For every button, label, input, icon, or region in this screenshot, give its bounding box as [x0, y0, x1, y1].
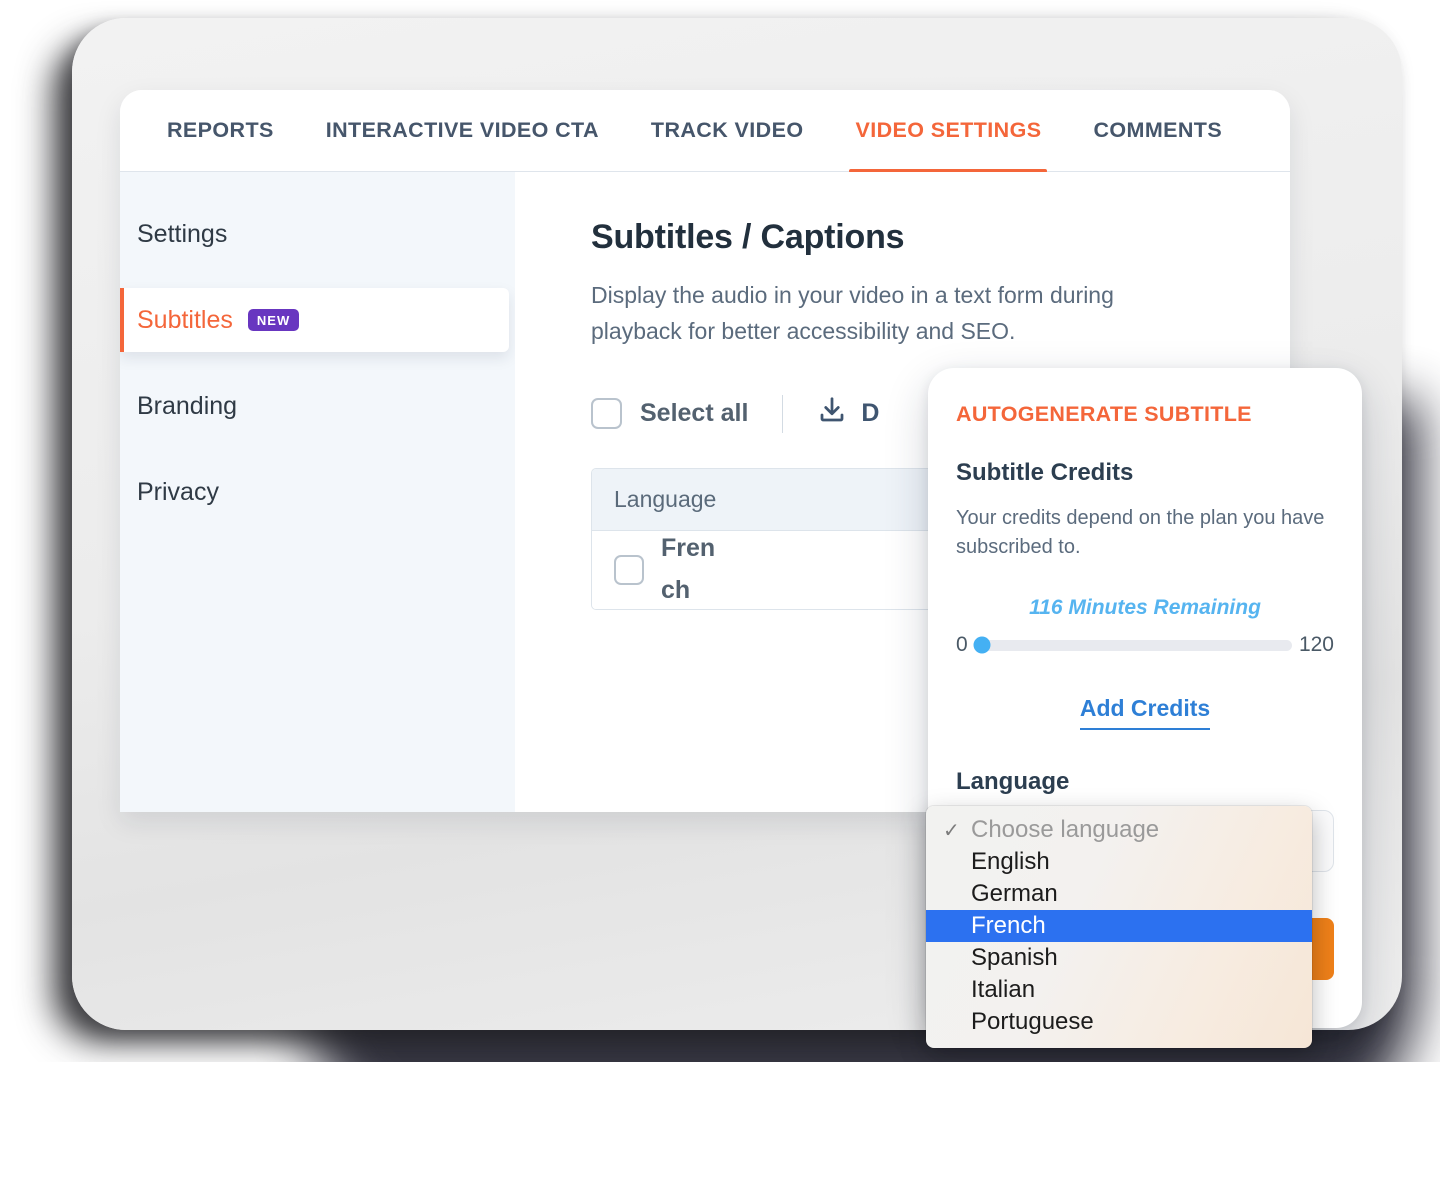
tab-comments[interactable]: COMMENTS — [1067, 90, 1248, 172]
dropdown-option-french[interactable]: French — [926, 910, 1312, 942]
sidebar-item-settings[interactable]: Settings — [120, 202, 515, 266]
tab-track-video[interactable]: TRACK VIDEO — [625, 90, 830, 172]
tab-label: INTERACTIVE VIDEO CTA — [325, 118, 599, 142]
tab-label: REPORTS — [167, 118, 274, 142]
language-field-label: Language — [956, 768, 1070, 795]
screenshot-root: REPORTS INTERACTIVE VIDEO CTA TRACK VIDE… — [0, 0, 1440, 1188]
slider-min-label: 0 — [956, 633, 968, 656]
tab-interactive-video-cta[interactable]: INTERACTIVE VIDEO CTA — [300, 90, 625, 172]
new-badge: NEW — [247, 309, 300, 331]
subtitle-credits-heading: Subtitle Credits — [956, 459, 1134, 486]
sidebar-item-label: Subtitles — [137, 305, 233, 334]
page-title: Subtitles / Captions — [591, 218, 905, 256]
sidebar-item-subtitles[interactable]: Subtitles NEW — [120, 288, 509, 352]
check-icon: ✓ — [943, 819, 960, 842]
dropdown-option-label: Portuguese — [971, 1008, 1094, 1035]
toolbar-divider — [782, 394, 784, 433]
select-all-checkbox[interactable] — [591, 398, 622, 430]
dropdown-option-label: Italian — [971, 976, 1036, 1003]
sidebar-item-label: Branding — [137, 391, 238, 420]
select-all-label: Select all — [640, 399, 749, 428]
settings-sidebar: Settings Subtitles NEW Branding Privacy — [120, 172, 515, 812]
language-dropdown-menu[interactable]: ✓ Choose language English German French … — [926, 806, 1312, 1048]
dropdown-option-portuguese[interactable]: Portuguese — [926, 1006, 1312, 1038]
dropdown-option-english[interactable]: English — [926, 846, 1312, 878]
slider-max-label: 120 — [1298, 633, 1334, 656]
dropdown-option-german[interactable]: German — [926, 878, 1312, 910]
dropdown-option-label: French — [971, 912, 1046, 939]
dropdown-option-spanish[interactable]: Spanish — [926, 942, 1312, 974]
slider-thumb[interactable] — [973, 636, 991, 654]
dropdown-option-label: Spanish — [971, 944, 1058, 971]
tab-label: VIDEO SETTINGS — [855, 118, 1042, 142]
minutes-remaining-label: 116 Minutes Remaining — [1029, 596, 1261, 619]
download-label: D — [861, 399, 880, 428]
add-credits-row: Add Credits — [956, 695, 1334, 730]
tab-label: COMMENTS — [1093, 118, 1223, 142]
main-tab-bar: REPORTS INTERACTIVE VIDEO CTA TRACK VIDE… — [120, 90, 1290, 173]
dropdown-option-label: Choose language — [971, 816, 1160, 843]
download-icon — [817, 395, 861, 432]
credits-slider[interactable]: 0 120 — [956, 633, 1334, 657]
sidebar-item-privacy[interactable]: Privacy — [120, 460, 515, 524]
sidebar-item-label: Settings — [137, 219, 228, 248]
subtitle-credits-text: Your credits depend on the plan you have… — [956, 507, 1325, 558]
download-button[interactable]: D — [817, 395, 879, 432]
row-checkbox[interactable] — [614, 554, 644, 585]
row-language-label: French — [661, 534, 716, 604]
sidebar-item-branding[interactable]: Branding — [120, 374, 515, 438]
page-bottom-margin — [0, 1062, 1440, 1188]
page-description: Display the audio in your video in a tex… — [591, 282, 1114, 345]
tab-video-settings[interactable]: VIDEO SETTINGS — [829, 90, 1067, 173]
dropdown-option-label: German — [971, 880, 1058, 907]
dropdown-option-choose-language[interactable]: ✓ Choose language — [926, 814, 1312, 846]
dropdown-option-label: English — [971, 848, 1050, 875]
add-credits-link[interactable]: Add Credits — [1079, 695, 1211, 730]
panel-title: AUTOGENERATE SUBTITLE — [956, 402, 1252, 426]
column-header-language: Language — [614, 485, 717, 512]
dropdown-option-italian[interactable]: Italian — [926, 974, 1312, 1006]
slider-track[interactable] — [973, 636, 1292, 654]
tab-label: TRACK VIDEO — [650, 118, 804, 142]
tab-reports[interactable]: REPORTS — [141, 90, 300, 172]
sidebar-item-label: Privacy — [137, 477, 219, 506]
